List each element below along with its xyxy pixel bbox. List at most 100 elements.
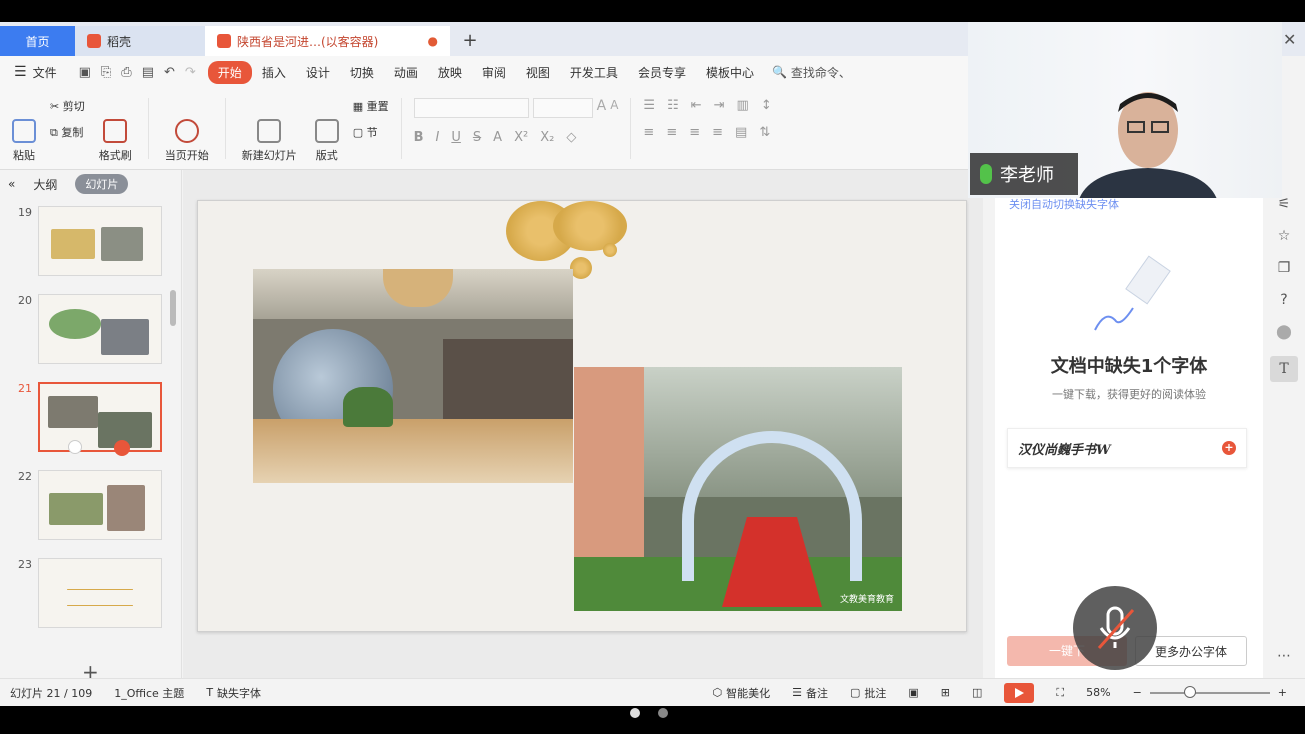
reset-button[interactable]: ▦ 重置 <box>353 98 389 114</box>
play-slideshow-button[interactable] <box>1004 682 1035 703</box>
paste-button[interactable]: 粘贴 <box>8 94 40 163</box>
subscript-icon[interactable]: X₂ <box>540 130 554 145</box>
tab-home[interactable]: 首页 <box>0 26 75 56</box>
line-spacing-icon[interactable]: ↕ <box>761 98 772 113</box>
slide-preview[interactable] <box>38 206 162 276</box>
menu-item-review[interactable]: 审阅 <box>472 64 516 81</box>
grow-font-icon[interactable]: A <box>597 98 607 118</box>
thumbnail-scrollbar[interactable] <box>170 290 176 326</box>
collapse-panel-icon[interactable]: « <box>8 177 15 191</box>
play-from-current-button[interactable]: 当页开始 <box>161 94 213 163</box>
settings-sliders-icon[interactable]: ⚟ <box>1278 196 1291 212</box>
tab-docer[interactable]: 稻壳 <box>75 26 205 56</box>
layers-icon[interactable]: ❐ <box>1278 260 1291 276</box>
command-search[interactable]: 🔍 查找命令、 <box>772 64 851 81</box>
zoom-level[interactable]: 58% <box>1086 686 1110 699</box>
photo-lobby[interactable] <box>253 269 573 483</box>
italic-icon[interactable]: I <box>436 130 440 145</box>
text-direction-icon[interactable]: ⇅ <box>759 125 770 140</box>
star-icon[interactable]: ☆ <box>1278 228 1291 244</box>
mute-microphone-button[interactable] <box>1073 586 1157 670</box>
zoom-slider[interactable] <box>1149 685 1270 698</box>
font-panel-icon[interactable]: T <box>1270 356 1298 382</box>
slide-preview[interactable] <box>38 470 162 540</box>
slide-thumbnail[interactable]: 23 <box>8 558 163 632</box>
slide-thumbnail[interactable]: 19 <box>8 206 163 280</box>
slide-thumbnail[interactable]: 20 <box>8 294 163 368</box>
slide-preview[interactable] <box>38 382 162 456</box>
redo-icon[interactable]: ↷ <box>185 65 196 80</box>
grid-view-icon[interactable]: ⊞ <box>941 686 950 699</box>
shrink-font-icon[interactable]: A <box>610 98 618 118</box>
format-painter-button[interactable]: 格式刷 <box>95 94 136 163</box>
align-right-icon[interactable]: ≡ <box>689 125 700 140</box>
align-center-icon[interactable]: ≡ <box>666 125 677 140</box>
menu-item-member[interactable]: 会员专享 <box>628 64 696 81</box>
copy-button[interactable]: ⧉ 复制 <box>50 124 85 140</box>
comments-button[interactable]: ▢ 批注 <box>850 685 886 701</box>
preview-icon[interactable]: ▤ <box>142 65 154 80</box>
clear-format-icon[interactable]: ◇ <box>566 130 576 145</box>
bold-icon[interactable]: B <box>414 130 424 145</box>
export-icon[interactable]: ⎘ <box>101 65 111 80</box>
save-icon[interactable]: ▣ <box>79 65 91 80</box>
align-left-icon[interactable]: ≡ <box>643 125 654 140</box>
font-color-icon[interactable]: A <box>493 130 502 145</box>
strikethrough-icon[interactable]: S <box>473 130 481 145</box>
bullets-icon[interactable]: ☰ <box>643 98 655 113</box>
slide-preview[interactable] <box>38 294 162 364</box>
underline-icon[interactable]: U <box>451 130 461 145</box>
missing-font-status[interactable]: T 缺失字体 <box>206 685 261 701</box>
smart-beautify-button[interactable]: ⬡ 智能美化 <box>712 685 770 701</box>
menu-item-insert[interactable]: 插入 <box>252 64 296 81</box>
notes-button[interactable]: ☰ 备注 <box>792 685 828 701</box>
missing-font-item[interactable]: 汉仪尚巍手书W + <box>1007 428 1247 468</box>
menu-item-developer[interactable]: 开发工具 <box>560 64 628 81</box>
superscript-icon[interactable]: X² <box>514 130 528 145</box>
tab-document[interactable]: 陕西省是河进…(以客容器) ● <box>205 26 450 56</box>
numbering-icon[interactable]: ☷ <box>667 98 679 113</box>
slides-tab[interactable]: 幻灯片 <box>75 174 129 194</box>
undo-icon[interactable]: ↶ <box>164 65 175 80</box>
reading-view-icon[interactable]: ◫ <box>972 686 982 699</box>
new-tab-button[interactable]: + <box>450 26 490 56</box>
close-window-icon[interactable]: ✕ <box>1283 30 1296 49</box>
font-size-select[interactable] <box>532 98 593 118</box>
more-icon[interactable]: ⋯ <box>1277 648 1291 664</box>
slide-thumbnail-active[interactable]: 21 <box>8 382 163 456</box>
outline-tab[interactable]: 大纲 <box>33 176 57 193</box>
cut-button[interactable]: ✂ 剪切 <box>50 98 85 114</box>
distribute-icon[interactable]: ▤ <box>735 125 747 140</box>
help-icon[interactable]: ? <box>1280 292 1287 308</box>
zoom-out-icon[interactable]: − <box>1133 686 1142 699</box>
font-family-select[interactable] <box>413 98 529 118</box>
zoom-in-icon[interactable]: + <box>1278 686 1287 699</box>
hamburger-icon[interactable]: ☰ <box>14 64 27 80</box>
indent-increase-icon[interactable]: ⇥ <box>714 98 725 113</box>
menu-item-transition[interactable]: 切换 <box>340 64 384 81</box>
page-dot[interactable] <box>658 708 668 718</box>
photo-entrance-arch[interactable]: 文教美育教育 <box>574 367 902 611</box>
location-icon[interactable]: ⬤ <box>1276 324 1292 340</box>
columns-icon[interactable]: ▥ <box>737 98 749 113</box>
layout-button[interactable]: 版式 <box>311 94 343 163</box>
slide-thumbnail[interactable]: 22 <box>8 470 163 544</box>
menu-item-view[interactable]: 视图 <box>516 64 560 81</box>
menu-file[interactable]: 文件 <box>33 64 67 81</box>
menu-item-templates[interactable]: 模板中心 <box>696 64 764 81</box>
current-slide[interactable]: 文教美育教育 <box>197 200 967 632</box>
page-dot-active[interactable] <box>630 708 640 718</box>
normal-view-icon[interactable]: ▣ <box>908 686 918 699</box>
download-font-icon[interactable]: + <box>1222 441 1236 455</box>
justify-icon[interactable]: ≡ <box>712 125 723 140</box>
zoom-slider-knob[interactable] <box>1183 685 1196 698</box>
slide-preview[interactable] <box>38 558 162 628</box>
print-icon[interactable]: ⎙ <box>121 65 131 80</box>
menu-item-slideshow[interactable]: 放映 <box>428 64 472 81</box>
auto-switch-font-link[interactable]: 关闭自动切换缺失字体 <box>1009 196 1119 212</box>
fit-window-icon[interactable]: ⛶ <box>1056 686 1064 700</box>
new-slide-button[interactable]: 新建幻灯片 <box>238 94 301 163</box>
close-tab-icon[interactable]: ● <box>428 34 438 48</box>
menu-item-design[interactable]: 设计 <box>296 64 340 81</box>
indent-decrease-icon[interactable]: ⇤ <box>691 98 702 113</box>
